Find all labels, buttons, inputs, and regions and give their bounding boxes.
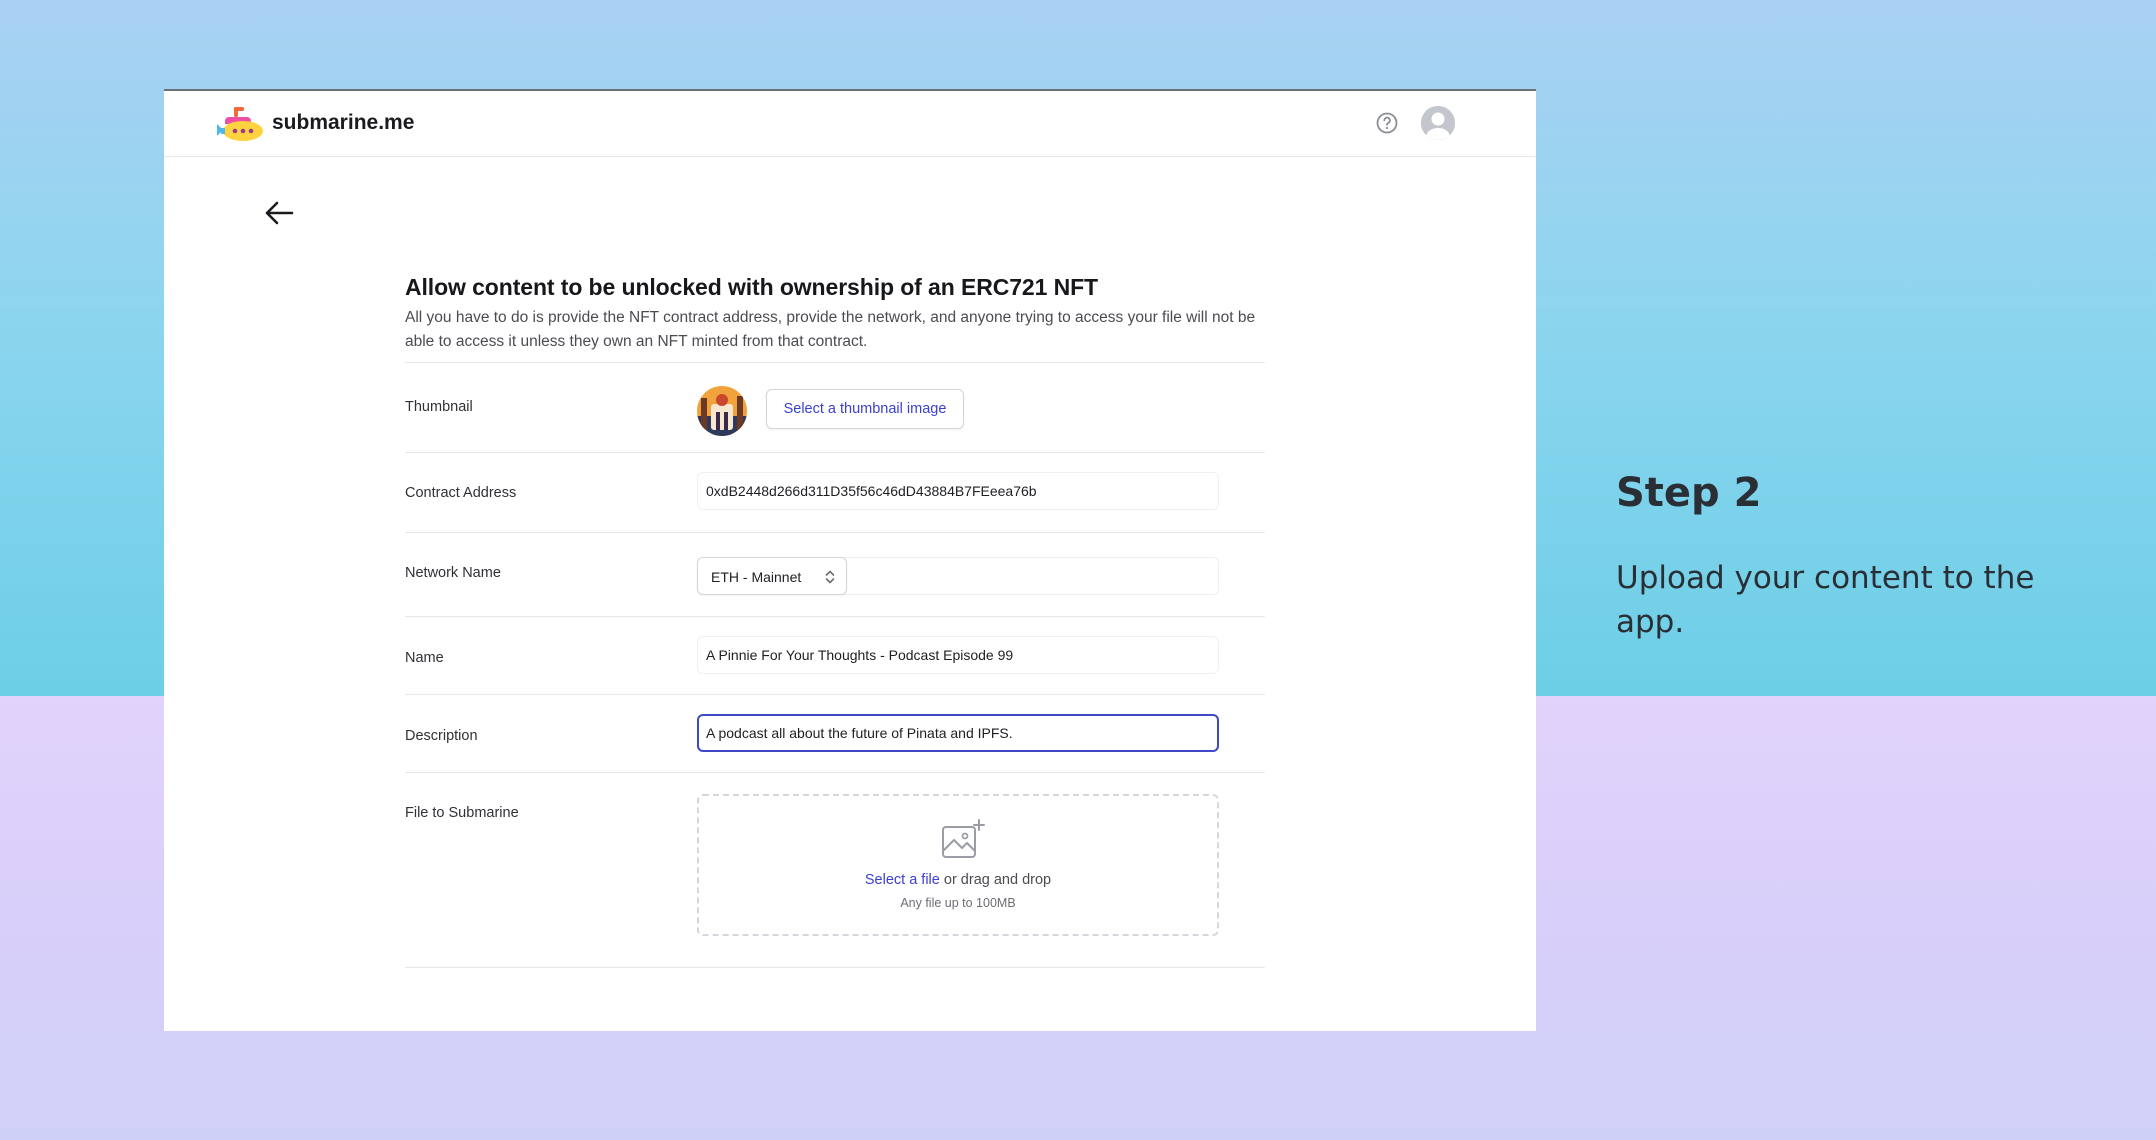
name-row: Name bbox=[405, 616, 1265, 694]
thumbnail-row: Thumbnail Select a thumbnail image bbox=[405, 362, 1265, 452]
thumbnail-label: Thumbnail bbox=[405, 399, 473, 415]
back-arrow-icon[interactable] bbox=[262, 198, 298, 228]
chevron-up-down-icon bbox=[824, 568, 836, 586]
select-file-link[interactable]: Select a file bbox=[865, 872, 940, 888]
name-label: Name bbox=[405, 650, 444, 666]
description-label: Description bbox=[405, 728, 478, 744]
thumbnail-preview bbox=[697, 386, 747, 436]
brand-name[interactable]: submarine.me bbox=[272, 111, 414, 135]
network-row: Network Name ETH - Mainnet bbox=[405, 532, 1265, 616]
contract-address-row: Contract Address bbox=[405, 452, 1265, 532]
file-size-hint: Any file up to 100MB bbox=[900, 896, 1016, 910]
file-row: File to Submarine Select a file or drag … bbox=[405, 772, 1265, 968]
contract-address-label: Contract Address bbox=[405, 485, 517, 501]
submarine-logo-icon[interactable] bbox=[214, 105, 268, 143]
question-circle-icon[interactable] bbox=[1375, 111, 1399, 135]
network-label: Network Name bbox=[405, 565, 501, 581]
user-avatar-icon[interactable] bbox=[1421, 106, 1455, 140]
select-thumbnail-button[interactable]: Select a thumbnail image bbox=[766, 389, 964, 429]
step-description: Upload your content to the app. bbox=[1616, 560, 2035, 640]
form-description: All you have to do is provide the NFT co… bbox=[405, 309, 1256, 350]
drag-drop-text: or drag and drop bbox=[939, 872, 1052, 888]
description-input[interactable] bbox=[697, 714, 1219, 752]
file-dropzone[interactable]: Select a file or drag and drop Any file … bbox=[697, 794, 1219, 936]
nft-unlock-form: Allow content to be unlocked with owners… bbox=[405, 272, 1265, 968]
file-label: File to Submarine bbox=[405, 805, 519, 821]
description-row: Description bbox=[405, 694, 1265, 772]
dropzone-instructions: Select a file or drag and drop bbox=[699, 872, 1217, 888]
network-select[interactable]: ETH - Mainnet bbox=[697, 557, 847, 595]
network-select-value: ETH - Mainnet bbox=[711, 569, 802, 585]
name-input[interactable] bbox=[697, 636, 1219, 674]
app-window: submarine.me Allow content to be unlocke… bbox=[164, 89, 1536, 1031]
contract-address-input[interactable] bbox=[697, 472, 1219, 510]
step-title: Step 2 bbox=[1616, 470, 1762, 516]
form-title: Allow content to be unlocked with owners… bbox=[405, 274, 1098, 300]
app-header: submarine.me bbox=[164, 91, 1536, 157]
image-plus-icon bbox=[940, 818, 986, 862]
